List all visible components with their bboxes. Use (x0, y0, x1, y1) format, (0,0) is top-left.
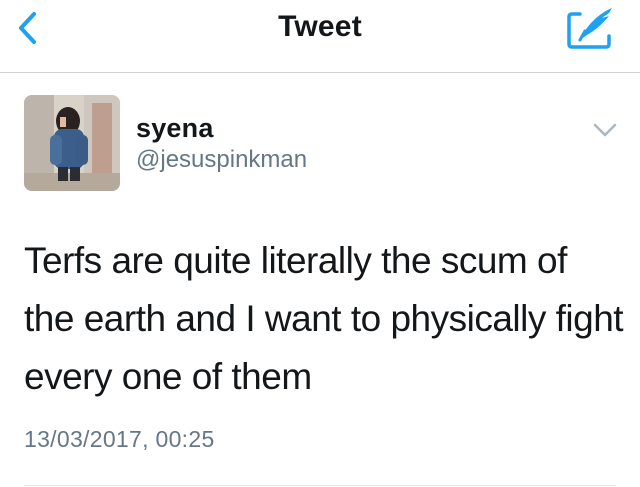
tweet-text: Terfs are quite literally the scum of th… (24, 240, 624, 397)
tweet-timestamp: 13/03/2017, 00:25 (24, 426, 215, 452)
avatar[interactable] (24, 95, 120, 191)
chevron-down-icon (593, 123, 617, 137)
author-name[interactable]: syena (136, 113, 214, 144)
profile-photo (24, 95, 120, 191)
compose-tweet-button[interactable] (566, 6, 618, 50)
divider (24, 485, 616, 486)
compose-tweet-icon (567, 8, 612, 49)
author-handle[interactable]: @jesuspinkman (136, 146, 307, 174)
page-title: Tweet (278, 10, 362, 43)
tweet-menu-button[interactable] (591, 118, 619, 142)
tweet-detail-screen: Tweet syena @jesuspinkman Terfs are quit… (0, 0, 640, 487)
navigation-bar: Tweet (0, 0, 640, 73)
